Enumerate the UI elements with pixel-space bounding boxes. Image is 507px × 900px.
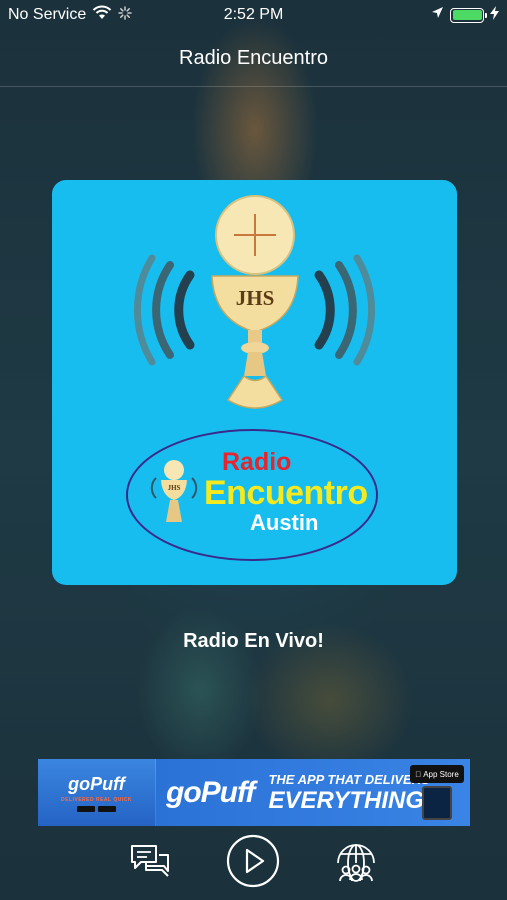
- ad-store-badges: [77, 805, 116, 812]
- ad-headline-line1: THE APP THAT DELIVERS: [268, 771, 430, 787]
- ad-store-block:  App Store: [410, 765, 464, 821]
- globe-people-icon: [336, 844, 375, 882]
- chat-icon: [131, 845, 170, 877]
- chat-button[interactable]: [123, 833, 179, 889]
- ad-brand-logo: goPuff: [166, 775, 255, 809]
- ad-brand-logo-small: goPuff: [68, 773, 125, 794]
- logo-text-encuentro: Encuentro: [204, 474, 368, 512]
- carrier-label: No Service: [8, 6, 87, 23]
- wifi-icon: [92, 5, 112, 25]
- ad-headline: THE APP THAT DELIVERS EVERYTHING!: [268, 773, 432, 813]
- bottom-toolbar: [0, 830, 507, 892]
- now-playing-label: Radio En Vivo!: [183, 630, 324, 652]
- status-bar: No Service 2:52 PM: [0, 0, 507, 30]
- activity-spinner-icon: [118, 5, 132, 25]
- app-store-badge:  App Store: [410, 765, 464, 783]
- play-icon: [227, 834, 280, 888]
- location-arrow-icon: [431, 6, 444, 24]
- battery-level: [452, 10, 482, 20]
- phone-image-icon: [422, 786, 452, 820]
- battery-icon: [450, 7, 487, 23]
- logo-mini-monogram: JHS: [167, 484, 181, 492]
- charging-bolt-icon: [490, 5, 499, 25]
- logo-monogram: JHS: [235, 286, 275, 310]
- ad-right-panel: goPuff THE APP THAT DELIVERS EVERYTHING!…: [156, 759, 470, 826]
- ad-tagline: DELIVERED REAL QUICK: [60, 796, 133, 803]
- page-title: Radio Encuentro: [179, 46, 328, 69]
- ad-headline-line2: EVERYTHING!: [268, 786, 433, 814]
- apple-icon: : [415, 770, 421, 779]
- ad-left-panel: goPuff DELIVERED REAL QUICK: [38, 759, 156, 826]
- ad-banner[interactable]: goPuff DELIVERED REAL QUICK goPuff THE A…: [38, 759, 470, 826]
- play-button[interactable]: [225, 833, 281, 889]
- logo-text-radio: Radio: [222, 448, 292, 476]
- logo-text-austin: Austin: [250, 510, 319, 535]
- navigation-bar: Radio Encuentro: [0, 30, 507, 87]
- community-button[interactable]: [328, 833, 384, 889]
- station-artwork: JHS JHS Radio Encuentro Austin: [52, 180, 457, 585]
